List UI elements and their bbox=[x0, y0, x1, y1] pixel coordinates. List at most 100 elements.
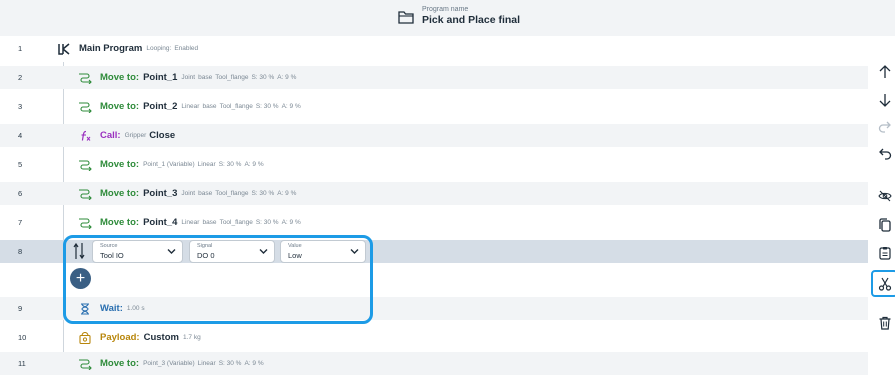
move-to-icon bbox=[79, 159, 92, 171]
reference-frame: base bbox=[198, 74, 213, 81]
call-keyword: Call: bbox=[100, 130, 121, 141]
delete-icon bbox=[879, 316, 891, 330]
copy-icon bbox=[879, 218, 891, 232]
move-to-keyword: Move to: bbox=[100, 101, 140, 112]
speed-value: S: 30 % bbox=[255, 219, 279, 226]
program-row-3[interactable]: 3 Move to: Point_2 Linear base Tool_flan… bbox=[0, 95, 868, 118]
cut-icon bbox=[878, 277, 891, 291]
move-to-keyword: Move to: bbox=[100, 72, 140, 83]
tool-frame: Tool_flange bbox=[219, 103, 253, 110]
move-down-button[interactable] bbox=[873, 89, 895, 111]
row-number: 4 bbox=[18, 131, 23, 140]
redo-icon bbox=[878, 121, 891, 133]
move-to-keyword: Move to: bbox=[100, 159, 140, 170]
motion-type: Linear bbox=[181, 219, 200, 226]
program-row-10[interactable]: 10 Payload: Custom 1.7 kg bbox=[0, 326, 868, 349]
program-row-2[interactable]: 2 Move to: Point_1 Joint base Tool_flang… bbox=[0, 66, 868, 89]
selection-frame bbox=[63, 235, 373, 324]
program-name[interactable]: Program name Pick and Place final bbox=[398, 6, 520, 27]
main-program-icon bbox=[58, 42, 70, 55]
copy-button[interactable] bbox=[873, 214, 895, 236]
move-to-icon bbox=[79, 188, 92, 200]
point-name: Point_2 bbox=[143, 101, 178, 112]
call-target: Gripper bbox=[124, 132, 147, 139]
program-row-4[interactable]: 4 Call: Gripper Close bbox=[0, 124, 868, 147]
motion-type: Linear bbox=[197, 161, 216, 168]
tool-frame: Tool_flange bbox=[215, 74, 249, 81]
row-number: 2 bbox=[18, 73, 23, 82]
program-row-6[interactable]: 6 Move to: Point_3 Joint base Tool_flang… bbox=[0, 182, 868, 205]
looping-label: Looping: bbox=[146, 45, 172, 52]
move-to-icon bbox=[79, 101, 92, 113]
program-row-5[interactable]: 5 Move to: Point_1 (Variable) Linear S: … bbox=[0, 153, 868, 176]
point-variable: Point_1 (Variable) bbox=[143, 161, 195, 168]
motion-type: Joint bbox=[181, 74, 196, 81]
row-number: 9 bbox=[18, 304, 23, 313]
move-to-icon bbox=[79, 217, 92, 229]
main-program-label: Main Program bbox=[79, 43, 143, 54]
row-number: 3 bbox=[18, 102, 23, 111]
speed-value: S: 30 % bbox=[251, 190, 275, 197]
move-to-keyword: Move to: bbox=[100, 217, 140, 228]
motion-type: Linear bbox=[181, 103, 200, 110]
tool-frame: Tool_flange bbox=[219, 219, 253, 226]
program-name-title: Pick and Place final bbox=[422, 14, 521, 26]
move-to-icon bbox=[79, 358, 92, 370]
arrow-up-icon bbox=[879, 65, 891, 78]
motion-type: Joint bbox=[181, 190, 196, 197]
move-to-icon bbox=[79, 72, 92, 84]
speed-value: S: 30 % bbox=[255, 103, 279, 110]
acceleration-value: A: 9 % bbox=[277, 190, 297, 197]
row-number: 5 bbox=[18, 160, 23, 169]
acceleration-value: A: 9 % bbox=[281, 219, 301, 226]
move-up-button[interactable] bbox=[873, 61, 895, 83]
reference-frame: base bbox=[198, 190, 213, 197]
acceleration-value: A: 9 % bbox=[244, 360, 264, 367]
row-number: 10 bbox=[18, 333, 27, 342]
payload-icon bbox=[79, 331, 91, 344]
point-name: Point_1 bbox=[143, 72, 178, 83]
payload-mass: 1.7 kg bbox=[182, 334, 201, 341]
program-row-11[interactable]: 11 Move to: Point_3 (Variable) Linear S:… bbox=[0, 352, 868, 375]
arrow-down-icon bbox=[879, 94, 891, 107]
hide-icon bbox=[878, 190, 892, 202]
folder-icon bbox=[398, 10, 414, 24]
motion-type: Linear bbox=[197, 360, 216, 367]
undo-button[interactable] bbox=[873, 143, 895, 165]
tool-frame: Tool_flange bbox=[215, 190, 249, 197]
speed-value: S: 30 % bbox=[218, 161, 242, 168]
payload-name: Custom bbox=[143, 332, 179, 343]
call-function: Close bbox=[149, 130, 176, 141]
reference-frame: base bbox=[202, 219, 217, 226]
paste-icon bbox=[879, 247, 891, 260]
speed-value: S: 30 % bbox=[218, 360, 242, 367]
looping-value: Enabled bbox=[174, 45, 199, 52]
row-number: 11 bbox=[18, 359, 26, 368]
point-variable: Point_3 (Variable) bbox=[143, 360, 195, 367]
row-number: 1 bbox=[18, 44, 23, 53]
paste-button[interactable] bbox=[873, 242, 895, 264]
acceleration-value: A: 9 % bbox=[244, 161, 264, 168]
payload-keyword: Payload: bbox=[100, 332, 140, 343]
speed-value: S: 30 % bbox=[251, 74, 275, 81]
program-name-caption: Program name bbox=[422, 6, 469, 13]
point-name: Point_4 bbox=[143, 217, 178, 228]
row-number: 6 bbox=[18, 189, 23, 198]
program-row-1[interactable]: 1 Main Program Looping: Enabled bbox=[0, 37, 868, 60]
point-name: Point_3 bbox=[143, 188, 178, 199]
reference-frame: base bbox=[202, 103, 217, 110]
hide-button[interactable] bbox=[873, 185, 895, 207]
function-icon bbox=[81, 130, 91, 141]
move-to-keyword: Move to: bbox=[100, 358, 140, 369]
acceleration-value: A: 9 % bbox=[277, 74, 297, 81]
redo-button[interactable] bbox=[873, 116, 895, 138]
delete-button[interactable] bbox=[873, 312, 895, 334]
program-row-7[interactable]: 7 Move to: Point_4 Linear base Tool_flan… bbox=[0, 211, 868, 234]
acceleration-value: A: 9 % bbox=[281, 103, 301, 110]
row-number: 8 bbox=[18, 247, 23, 256]
program-header: Program name Pick and Place final bbox=[0, 0, 895, 36]
row-number: 7 bbox=[18, 218, 23, 227]
undo-icon bbox=[879, 148, 892, 160]
cut-button[interactable] bbox=[871, 270, 895, 297]
move-to-keyword: Move to: bbox=[100, 188, 140, 199]
